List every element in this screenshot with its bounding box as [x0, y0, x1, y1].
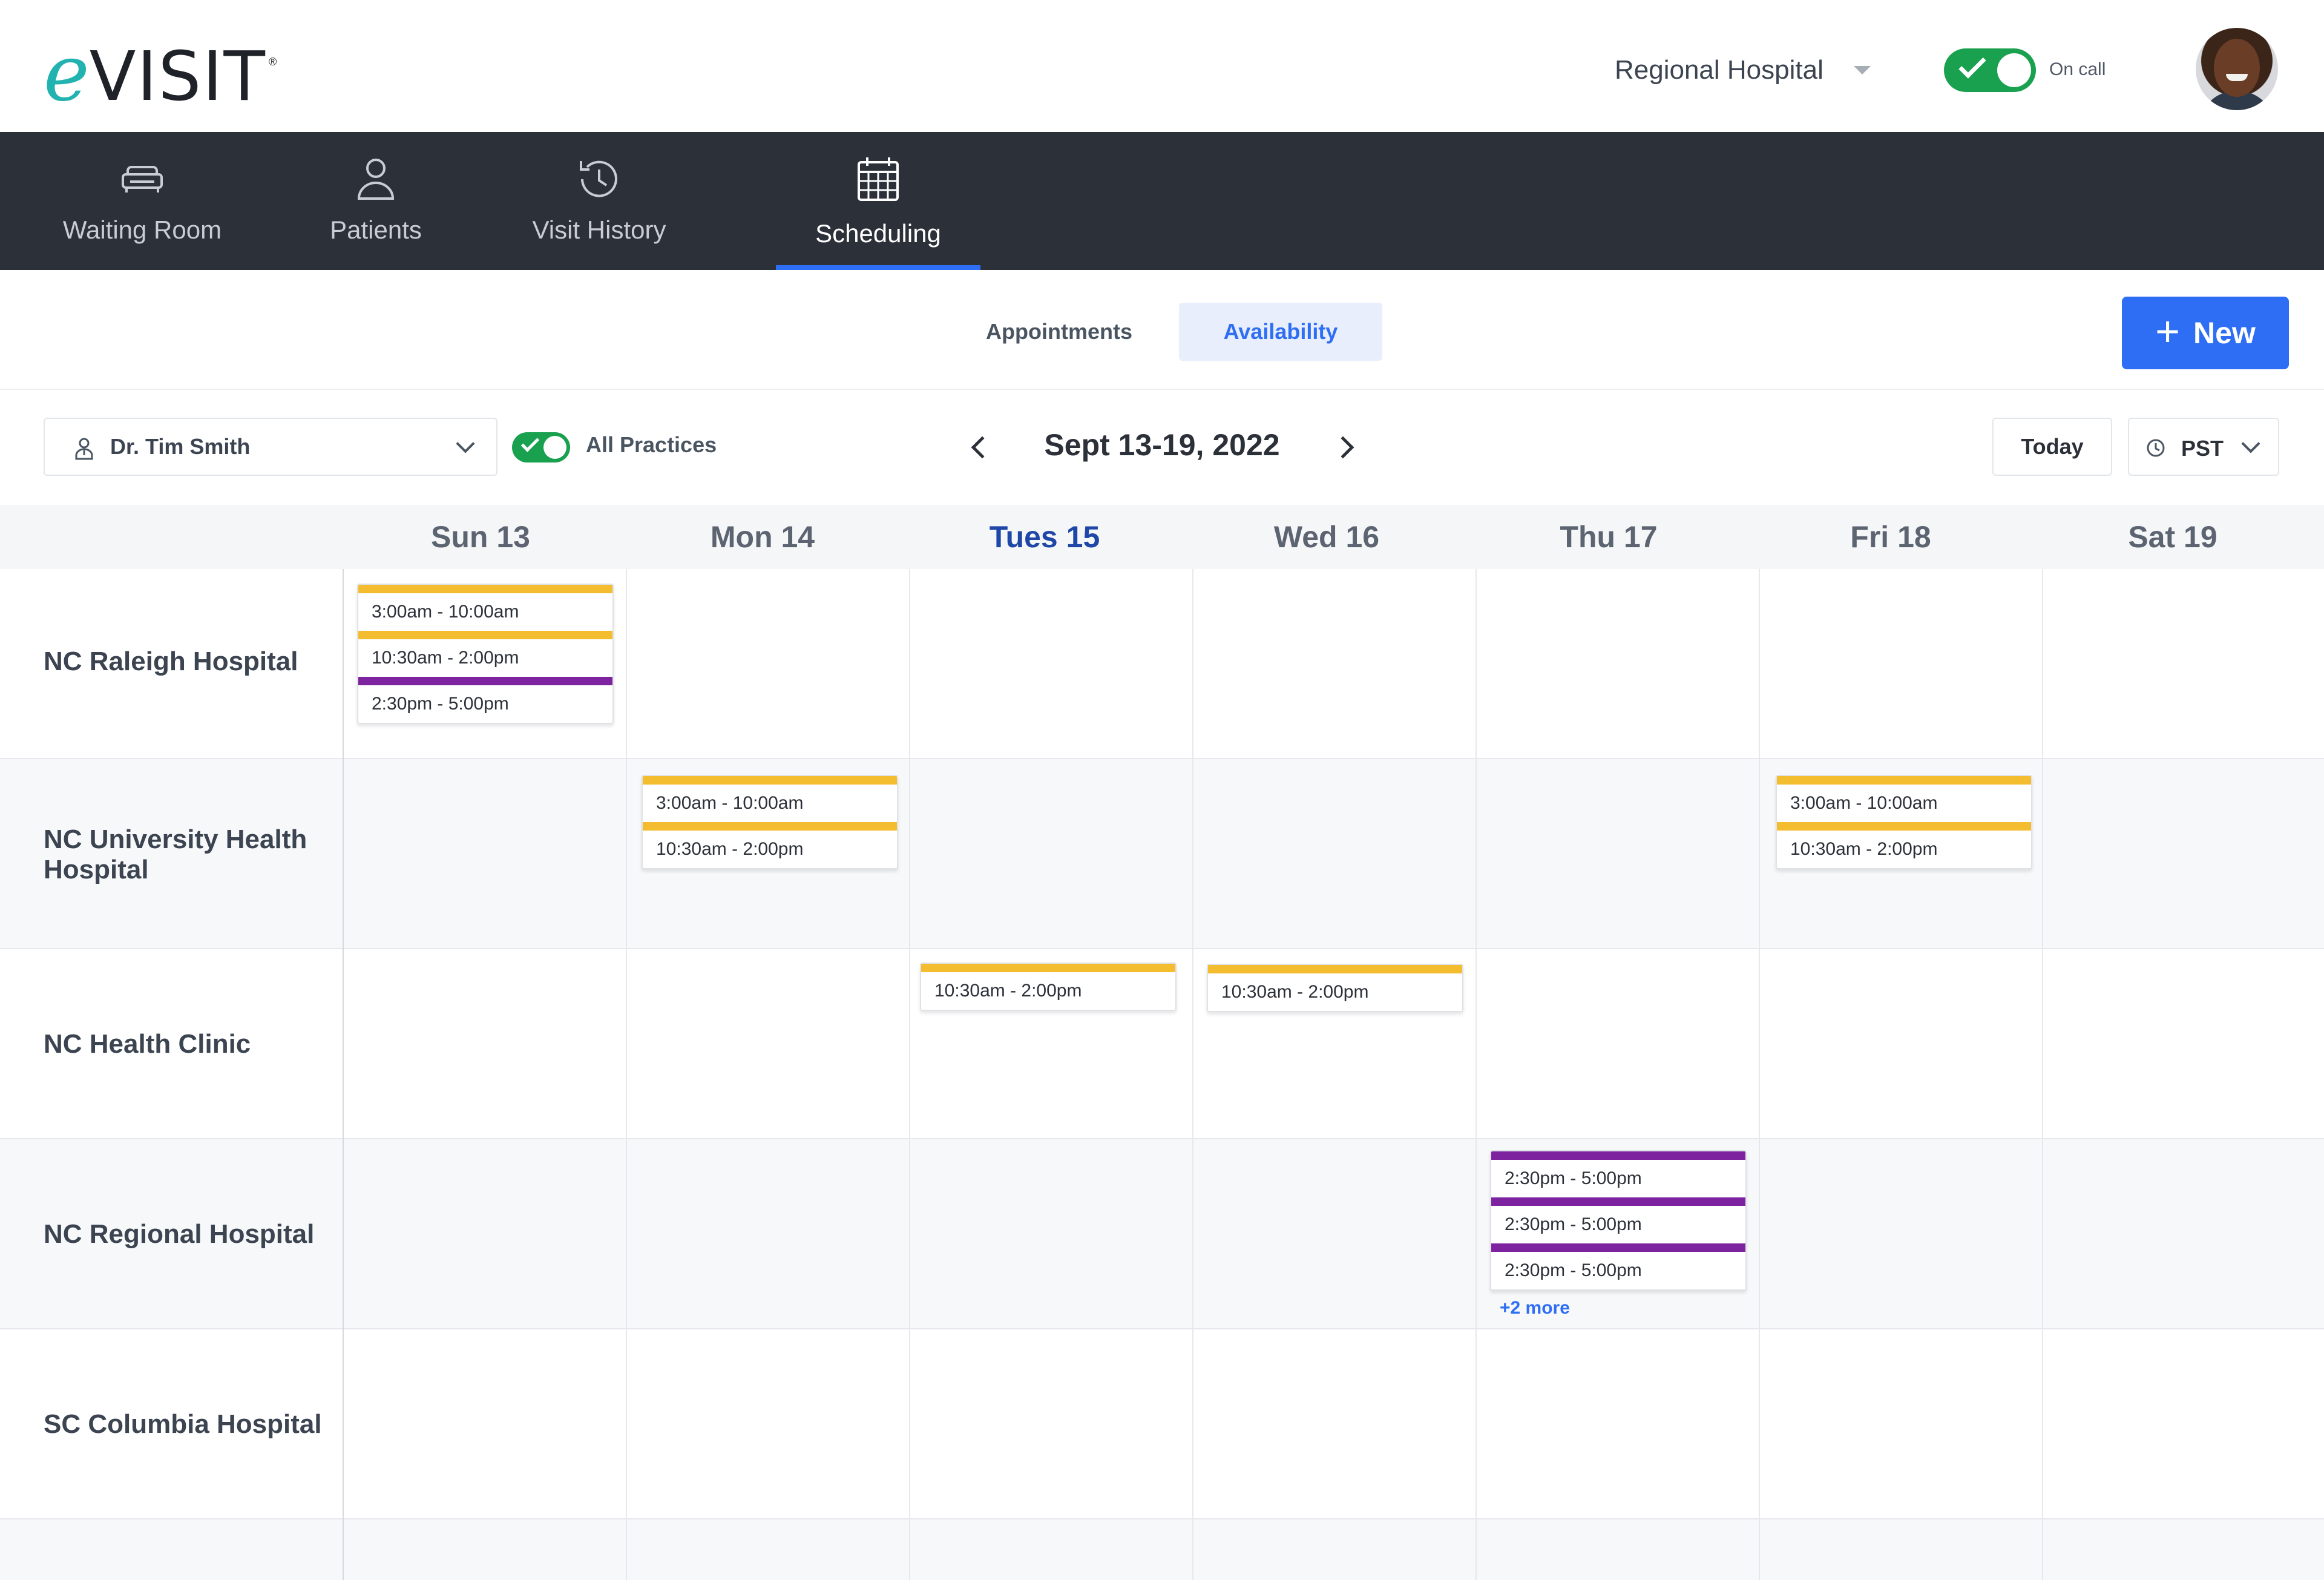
availability-slot[interactable]: 2:30pm - 5:00pm	[1491, 1197, 1745, 1243]
timezone-select[interactable]: PST	[2128, 418, 2279, 476]
user-avatar[interactable]	[2196, 28, 2278, 110]
location-label: NC Raleigh Hospital	[44, 647, 298, 676]
availability-stack: 3:00am - 10:00am 10:30am - 2:00pm	[1776, 775, 2032, 869]
availability-slot[interactable]: 3:00am - 10:00am	[358, 585, 612, 631]
availability-stack: 3:00am - 10:00am 10:30am - 2:00pm 2:30pm…	[357, 584, 614, 724]
location-row: SC Columbia Hospital	[0, 1329, 2324, 1519]
nav-label: Visit History	[532, 216, 666, 244]
availability-slot[interactable]: 3:00am - 10:00am	[643, 776, 897, 822]
day-header-wed[interactable]: Wed 16	[1185, 505, 1468, 569]
avatar-face	[2214, 39, 2260, 97]
next-week-button[interactable]	[1331, 436, 1354, 459]
availability-stack: 2:30pm - 5:00pm 2:30pm - 5:00pm 2:30pm -…	[1490, 1150, 1747, 1291]
timezone-value: PST	[2181, 436, 2224, 461]
day-header-sun[interactable]: Sun 13	[339, 505, 622, 569]
nav-label: Scheduling	[815, 219, 941, 248]
nav-waiting-room[interactable]: Waiting Room	[59, 132, 225, 270]
history-icon	[580, 160, 617, 197]
plus-icon: +	[2155, 308, 2181, 355]
availability-slot[interactable]: 2:30pm - 5:00pm	[1491, 1243, 1745, 1289]
location-label: NC University Health Hospital	[44, 825, 307, 884]
evisit-logo[interactable]: e VISIT ®	[44, 35, 277, 113]
availability-stack: 3:00am - 10:00am 10:30am - 2:00pm	[642, 775, 898, 869]
availability-stack: 10:30am - 2:00pm	[920, 963, 1177, 1011]
toggle-knob	[1997, 53, 2031, 87]
day-header-tue[interactable]: Tues 15	[903, 505, 1186, 569]
location-row: NC Raleigh Hospital	[0, 569, 2324, 759]
chevron-down-icon	[2241, 434, 2260, 453]
availability-calendar: Sun 13 Mon 14 Tues 15 Wed 16 Thu 17 Fri …	[0, 505, 2324, 1580]
scheduling-subbar: Appointments Availability + New	[0, 270, 2324, 390]
more-slots-link[interactable]: +2 more	[1500, 1298, 1570, 1318]
person-icon	[357, 159, 395, 200]
all-practices-label: All Practices	[586, 432, 717, 457]
availability-slot[interactable]: 10:30am - 2:00pm	[921, 964, 1175, 1010]
column-divider	[626, 569, 627, 1580]
couch-icon	[122, 166, 163, 193]
column-divider	[909, 569, 910, 1580]
column-divider	[1759, 569, 1760, 1580]
nav-label: Waiting Room	[62, 216, 222, 244]
main-nav: Waiting Room Patients Visit History Sche…	[0, 132, 2324, 270]
nav-patients[interactable]: Patients	[326, 132, 426, 270]
availability-stack: 10:30am - 2:00pm	[1207, 964, 1463, 1012]
filter-bar: Dr. Tim Smith All Practices Sept 13-19, …	[0, 390, 2324, 505]
availability-slot[interactable]: 2:30pm - 5:00pm	[1491, 1151, 1745, 1197]
column-divider	[1475, 569, 1477, 1580]
check-icon	[1958, 51, 1986, 79]
hospital-selector[interactable]: Regional Hospital	[1615, 52, 1871, 88]
new-button[interactable]: + New	[2122, 297, 2289, 369]
calendar-icon	[858, 157, 899, 201]
prev-week-button[interactable]	[971, 436, 994, 459]
provider-select[interactable]: Dr. Tim Smith	[44, 418, 497, 476]
caret-down-icon	[1853, 66, 1871, 74]
check-icon	[520, 433, 540, 452]
availability-slot[interactable]: 3:00am - 10:00am	[1777, 776, 2031, 822]
location-row: NC Regional Hospital	[0, 1139, 2324, 1329]
day-header-fri[interactable]: Fri 18	[1749, 505, 2032, 569]
logo-visit: VISIT	[89, 38, 266, 116]
logo-e: e	[44, 28, 90, 119]
clock-icon	[2147, 439, 2165, 457]
logo-registered: ®	[268, 56, 277, 68]
availability-slot[interactable]: 10:30am - 2:00pm	[1208, 965, 1462, 1011]
availability-slot[interactable]: 10:30am - 2:00pm	[358, 631, 612, 677]
day-header-mon[interactable]: Mon 14	[621, 505, 904, 569]
tab-appointments[interactable]: Appointments	[967, 303, 1151, 361]
top-header: e VISIT ® Regional Hospital On call	[0, 0, 2324, 132]
nav-label: Patients	[330, 216, 422, 244]
location-label: NC Health Clinic	[44, 1029, 251, 1059]
location-row	[0, 1519, 2324, 1580]
date-range: Sept 13-19, 2022	[1044, 428, 1280, 462]
column-divider	[2042, 569, 2043, 1580]
today-button[interactable]: Today	[1992, 418, 2112, 476]
hospital-name: Regional Hospital	[1615, 55, 1823, 85]
location-label: SC Columbia Hospital	[44, 1409, 322, 1439]
all-practices-toggle[interactable]	[512, 432, 570, 462]
chevron-down-icon	[456, 434, 475, 453]
column-divider	[343, 569, 344, 1580]
on-call-toggle[interactable]	[1944, 48, 2036, 92]
column-divider	[1192, 569, 1193, 1580]
availability-slot[interactable]: 10:30am - 2:00pm	[1777, 822, 2031, 868]
on-call-label: On call	[2049, 59, 2106, 79]
nav-visit-history[interactable]: Visit History	[525, 132, 673, 270]
provider-person-icon	[75, 438, 93, 460]
location-label: NC Regional Hospital	[44, 1219, 315, 1249]
availability-slot[interactable]: 10:30am - 2:00pm	[643, 822, 897, 868]
day-header-thu[interactable]: Thu 17	[1467, 505, 1750, 569]
nav-scheduling[interactable]: Scheduling	[776, 132, 980, 270]
toggle-knob	[543, 436, 566, 459]
tab-availability[interactable]: Availability	[1179, 303, 1382, 361]
provider-name: Dr. Tim Smith	[110, 434, 251, 459]
active-tab-indicator	[776, 265, 980, 270]
availability-slot[interactable]: 2:30pm - 5:00pm	[358, 677, 612, 723]
day-header-row: Sun 13 Mon 14 Tues 15 Wed 16 Thu 17 Fri …	[0, 505, 2324, 569]
day-header-sat[interactable]: Sat 19	[2031, 505, 2314, 569]
new-button-label: New	[2193, 316, 2256, 350]
